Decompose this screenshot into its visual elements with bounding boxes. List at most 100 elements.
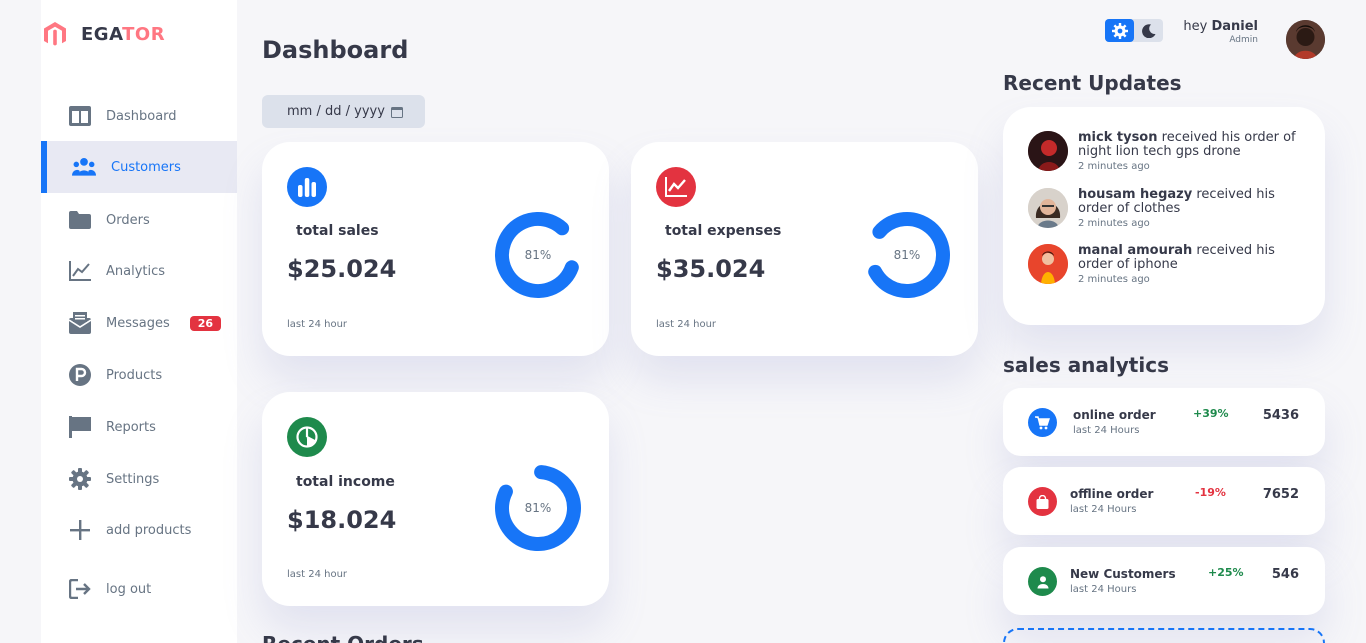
card-amount: $35.024 <box>656 255 766 283</box>
sidebar-item-customers[interactable]: Customers <box>41 141 237 193</box>
sidebar-item-label: log out <box>106 581 152 597</box>
date-placeholder: mm / dd / yyyy <box>287 104 385 119</box>
progress-ring: 81% <box>859 207 955 303</box>
progress-percent: 81% <box>524 501 552 515</box>
recent-orders-title: Recent Orders <box>262 632 424 643</box>
total-expenses-card: total expenses $35.024 last 24 hour 81% <box>631 142 978 356</box>
cart-icon <box>1028 408 1057 437</box>
card-note: last 24 hour <box>287 319 348 330</box>
update-name: mick tyson <box>1078 130 1158 145</box>
sidebar-item-label: Messages <box>106 315 170 331</box>
flag-icon <box>68 415 92 439</box>
analytic-name: offline order <box>1070 487 1154 501</box>
date-input[interactable]: mm / dd / yyyy <box>262 95 425 128</box>
sales-analytics-title: sales analytics <box>1003 353 1169 377</box>
sidebar-item-reports[interactable]: Reports <box>41 402 237 452</box>
sidebar-item-label: Orders <box>106 212 150 228</box>
avatar <box>1028 188 1068 228</box>
sidebar-item-label: add products <box>106 522 192 538</box>
sidebar-item-label: Customers <box>111 159 181 175</box>
user-role: Admin <box>1229 35 1258 45</box>
brand-mark-icon <box>44 22 66 46</box>
sidebar-item-orders[interactable]: Orders <box>41 195 237 245</box>
update-item: housam hegazy received his order of clot… <box>1028 188 1308 229</box>
update-item: manal amourah received his order of ipho… <box>1028 244 1308 285</box>
bag-icon <box>1028 487 1057 516</box>
analytic-sub: last 24 Hours <box>1073 425 1140 436</box>
brand-name: EGATOR <box>81 23 166 45</box>
analytic-offline-order[interactable]: offline order last 24 Hours -19% 7652 <box>1003 467 1325 535</box>
update-item: mick tyson received his order of night l… <box>1028 131 1308 172</box>
avatar[interactable] <box>1286 20 1325 59</box>
sidebar: EGATOR Dashboard Customers Orders Analyt… <box>41 0 237 643</box>
sidebar-item-analytics[interactable]: Analytics <box>41 246 237 296</box>
people-icon <box>72 155 96 179</box>
product-icon <box>68 363 92 387</box>
gear-icon <box>68 467 92 491</box>
analytic-value: 546 <box>1271 567 1299 582</box>
page-title: Dashboard <box>262 36 409 64</box>
avatar <box>1028 244 1068 284</box>
progress-ring: 81% <box>490 460 586 556</box>
analytic-online-order[interactable]: online order last 24 Hours +39% 5436 <box>1003 388 1325 456</box>
analytic-sub: last 24 Hours <box>1070 504 1137 515</box>
update-time: 2 minutes ago <box>1078 274 1150 285</box>
line-chart-icon <box>68 259 92 283</box>
analytic-name: New Customers <box>1070 567 1176 581</box>
sidebar-item-label: Dashboard <box>106 108 177 124</box>
analytic-value: 5436 <box>1262 408 1299 423</box>
messages-badge: 26 <box>189 315 222 331</box>
add-product-box[interactable] <box>1003 628 1325 643</box>
sidebar-item-label: Reports <box>106 419 156 435</box>
card-amount: $25.024 <box>287 255 397 283</box>
update-name: manal amourah <box>1078 243 1193 258</box>
progress-ring: 81% <box>490 207 586 303</box>
card-label: total income <box>296 474 395 490</box>
analytic-sub: last 24 Hours <box>1070 584 1137 595</box>
greeting: hey <box>1183 19 1208 34</box>
analytic-name: online order <box>1073 408 1156 422</box>
sun-gear-icon[interactable] <box>1105 19 1134 42</box>
person-icon <box>1028 567 1057 596</box>
sidebar-item-logout[interactable]: log out <box>41 564 237 614</box>
sidebar-item-label: Analytics <box>106 263 166 279</box>
theme-toggle[interactable] <box>1105 19 1163 42</box>
progress-percent: 81% <box>524 248 552 262</box>
brand-logo[interactable]: EGATOR <box>41 20 165 48</box>
pie-icon <box>287 417 327 457</box>
recent-updates-panel: mick tyson received his order of night l… <box>1003 107 1325 325</box>
analytic-new-customers[interactable]: New Customers last 24 Hours +25% 546 <box>1003 547 1325 615</box>
total-sales-card: total sales $25.024 last 24 hour 81% <box>262 142 609 356</box>
folder-icon <box>68 208 92 232</box>
user-name: Daniel <box>1211 19 1258 34</box>
analytic-change: +25% <box>1208 566 1244 579</box>
trend-icon <box>656 167 696 207</box>
progress-percent: 81% <box>893 248 921 262</box>
card-note: last 24 hour <box>287 569 348 580</box>
mail-icon <box>68 311 92 335</box>
sidebar-item-messages[interactable]: Messages 26 <box>41 298 237 348</box>
calendar-icon[interactable] <box>390 106 403 118</box>
card-label: total sales <box>296 223 379 239</box>
update-time: 2 minutes ago <box>1078 218 1150 229</box>
total-income-card: total income $18.024 last 24 hour 81% <box>262 392 609 606</box>
card-note: last 24 hour <box>656 319 717 330</box>
recent-updates-title: Recent Updates <box>1003 71 1182 95</box>
analytic-value: 7652 <box>1262 487 1299 502</box>
sidebar-item-products[interactable]: Products <box>41 350 237 400</box>
update-name: housam hegazy <box>1078 187 1193 202</box>
profile-info: hey Daniel Admin <box>1183 19 1258 45</box>
sidebar-item-label: Settings <box>106 471 160 487</box>
card-label: total expenses <box>665 223 782 239</box>
sidebar-item-dashboard[interactable]: Dashboard <box>41 91 237 141</box>
avatar <box>1028 131 1068 171</box>
analytic-change: +39% <box>1193 407 1229 420</box>
plus-icon <box>68 518 92 542</box>
sidebar-item-add-products[interactable]: add products <box>41 505 237 555</box>
analytic-change: -19% <box>1195 486 1226 499</box>
bar-chart-icon <box>287 167 327 207</box>
moon-icon[interactable] <box>1134 19 1163 42</box>
sidebar-item-settings[interactable]: Settings <box>41 454 237 504</box>
logout-icon <box>68 577 92 601</box>
card-amount: $18.024 <box>287 506 397 534</box>
